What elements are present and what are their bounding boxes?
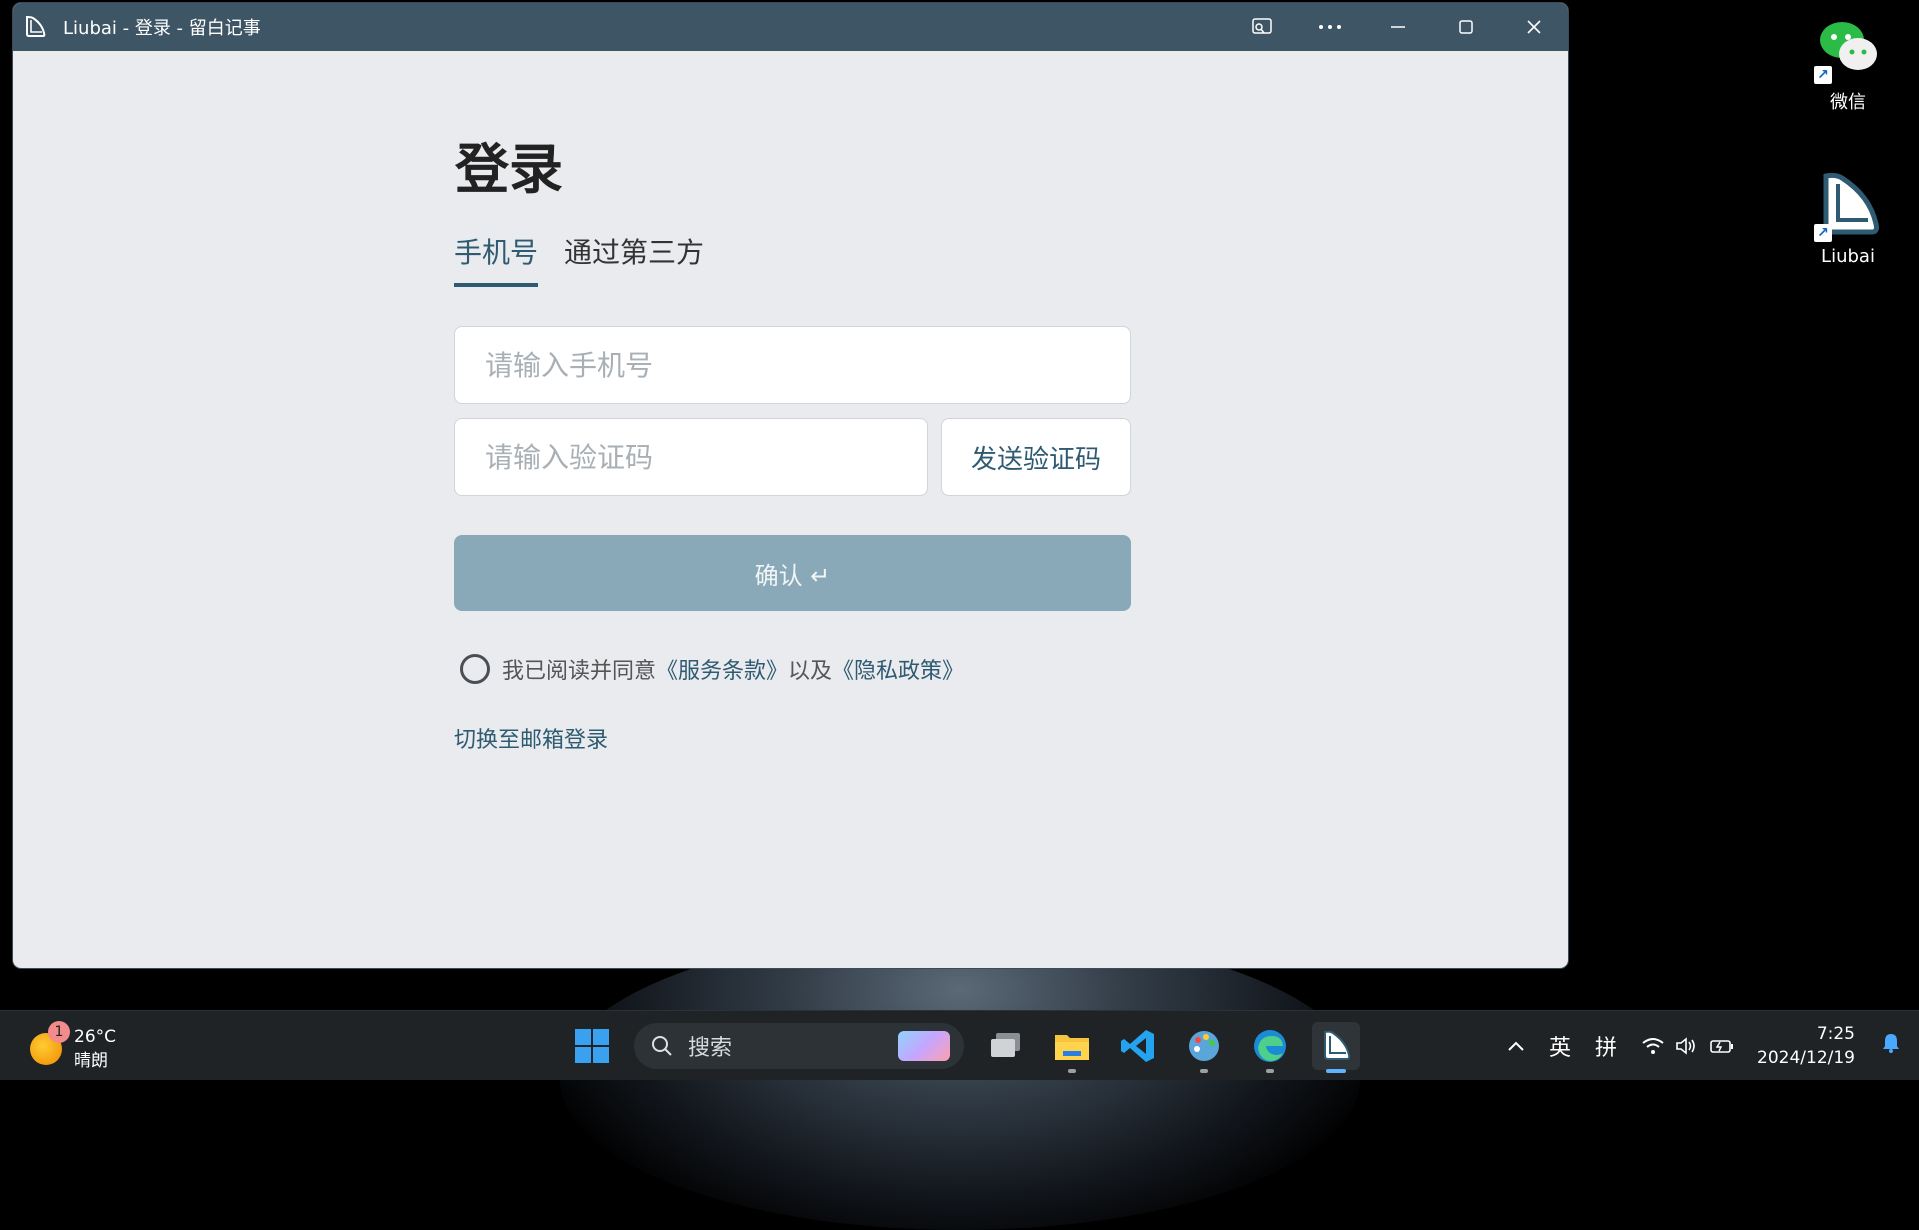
shortcut-arrow-icon: ↗ bbox=[1814, 66, 1832, 84]
edge-button[interactable] bbox=[1246, 1022, 1294, 1073]
agreement-row: 我已阅读并同意 《服务条款》 以及 《隐私政策》 bbox=[460, 653, 964, 685]
desktop-icon-label: 微信 bbox=[1830, 92, 1866, 113]
system-tray: 英 拼 7:25 2024/12/19 bbox=[1495, 1011, 1919, 1080]
taskbar-apps: 搜索 bbox=[568, 1019, 1360, 1073]
liubai-icon bbox=[1324, 1030, 1351, 1060]
network-volume-battery[interactable] bbox=[1641, 1036, 1735, 1056]
search-icon bbox=[652, 1036, 672, 1056]
cast-icon bbox=[1252, 18, 1272, 34]
confirm-button[interactable]: 确认 ↵ bbox=[454, 535, 1131, 611]
phone-input[interactable] bbox=[454, 326, 1131, 404]
taskview-button[interactable] bbox=[982, 1022, 1030, 1070]
more-button[interactable] bbox=[1296, 3, 1364, 51]
wifi-icon bbox=[1642, 1037, 1664, 1054]
search-label: 搜索 bbox=[688, 1036, 733, 1061]
ime-mode[interactable]: 拼 bbox=[1595, 1030, 1617, 1062]
start-button[interactable] bbox=[568, 1022, 616, 1070]
file-explorer-button[interactable] bbox=[1048, 1022, 1096, 1073]
minimize-icon bbox=[1391, 26, 1405, 28]
minimize-button[interactable] bbox=[1364, 3, 1432, 51]
show-hidden-icons-button[interactable] bbox=[1507, 1033, 1525, 1058]
weather-condition: 晴朗 bbox=[74, 1051, 108, 1071]
tab-third-party[interactable]: 通过第三方 bbox=[564, 231, 704, 287]
agree-text: 我已阅读并同意 bbox=[502, 659, 657, 684]
bell-icon bbox=[1883, 1033, 1899, 1053]
sun-icon: 1 bbox=[30, 1021, 70, 1065]
cast-button[interactable] bbox=[1228, 3, 1296, 51]
clock-time: 7:25 bbox=[1816, 1023, 1855, 1044]
desktop-icon-wechat[interactable]: ↗ 微信 bbox=[1798, 12, 1898, 114]
taskbar: 1 26°C 晴朗 搜索 英 拼 7:25 2024/12/19 bbox=[0, 1010, 1919, 1080]
verification-code-input[interactable] bbox=[454, 418, 928, 496]
desktop-icon-liubai[interactable]: ↗ Liubai bbox=[1798, 170, 1898, 267]
shortcut-arrow-icon: ↗ bbox=[1814, 224, 1832, 242]
liubai-logo-icon bbox=[21, 13, 49, 41]
running-indicator bbox=[1200, 1069, 1208, 1073]
search-highlight-icon bbox=[898, 1031, 950, 1061]
maximize-button[interactable] bbox=[1432, 3, 1500, 51]
running-indicator bbox=[1326, 1069, 1346, 1073]
volume-icon bbox=[1676, 1036, 1695, 1055]
folder-icon bbox=[1055, 1035, 1089, 1060]
switch-email-login-link[interactable]: 切换至邮箱登录 bbox=[454, 722, 608, 754]
weather-widget[interactable]: 1 26°C 晴朗 bbox=[30, 1021, 117, 1073]
desktop-wallpaper bbox=[560, 930, 1360, 1230]
running-indicator bbox=[1068, 1069, 1076, 1073]
notification-badge: 1 bbox=[48, 1021, 70, 1043]
agree-middle-text: 以及 bbox=[788, 659, 833, 684]
liubai-taskbar-button[interactable] bbox=[1312, 1022, 1360, 1073]
app-window: Liubai - 登录 - 留白记事 登录 手机号 通过第三方 请输入手机号 请… bbox=[13, 3, 1568, 968]
more-dots-icon bbox=[1319, 25, 1341, 29]
tab-phone[interactable]: 手机号 bbox=[454, 231, 539, 287]
clock-date: 2024/12/19 bbox=[1757, 1047, 1855, 1068]
clock[interactable]: 7:25 2024/12/19 bbox=[1757, 1022, 1855, 1070]
window-title: Liubai - 登录 - 留白记事 bbox=[63, 18, 261, 39]
windows-icon bbox=[575, 1029, 609, 1063]
desktop-icon-label: Liubai bbox=[1821, 246, 1875, 267]
close-button[interactable] bbox=[1500, 3, 1568, 51]
vscode-icon bbox=[1121, 1030, 1154, 1062]
weather-temp: 26°C bbox=[74, 1027, 117, 1047]
notifications-button[interactable] bbox=[1881, 1032, 1901, 1060]
chevron-up-icon bbox=[1508, 1041, 1524, 1051]
send-code-button[interactable]: 发送验证码 bbox=[941, 418, 1131, 496]
ime-language[interactable]: 英 bbox=[1549, 1030, 1571, 1062]
agree-checkbox[interactable] bbox=[460, 654, 490, 684]
edge-icon bbox=[1254, 1030, 1286, 1062]
terms-link[interactable]: 《服务条款》 bbox=[656, 653, 788, 685]
battery-icon bbox=[1710, 1039, 1734, 1053]
running-indicator bbox=[1266, 1069, 1274, 1073]
login-tabs: 手机号 通过第三方 bbox=[454, 231, 704, 287]
liubai-icon: ↗ bbox=[1812, 170, 1884, 242]
taskbar-search[interactable]: 搜索 bbox=[634, 1023, 964, 1069]
vscode-button[interactable] bbox=[1114, 1022, 1162, 1070]
task-view-icon bbox=[991, 1033, 1020, 1057]
login-page: 登录 手机号 通过第三方 发送验证码 确认 ↵ 我已阅读并同意 《服务条款》 以… bbox=[13, 51, 1568, 968]
privacy-link[interactable]: 《隐私政策》 bbox=[832, 653, 964, 685]
paint-button[interactable] bbox=[1180, 1022, 1228, 1073]
title-bar[interactable]: Liubai - 登录 - 留白记事 bbox=[13, 3, 1568, 51]
page-title: 登录 bbox=[455, 138, 563, 201]
wechat-icon: ↗ bbox=[1812, 12, 1884, 84]
palette-icon bbox=[1189, 1031, 1219, 1061]
maximize-icon bbox=[1459, 20, 1473, 34]
window-controls bbox=[1228, 3, 1568, 51]
close-icon bbox=[1527, 20, 1541, 34]
